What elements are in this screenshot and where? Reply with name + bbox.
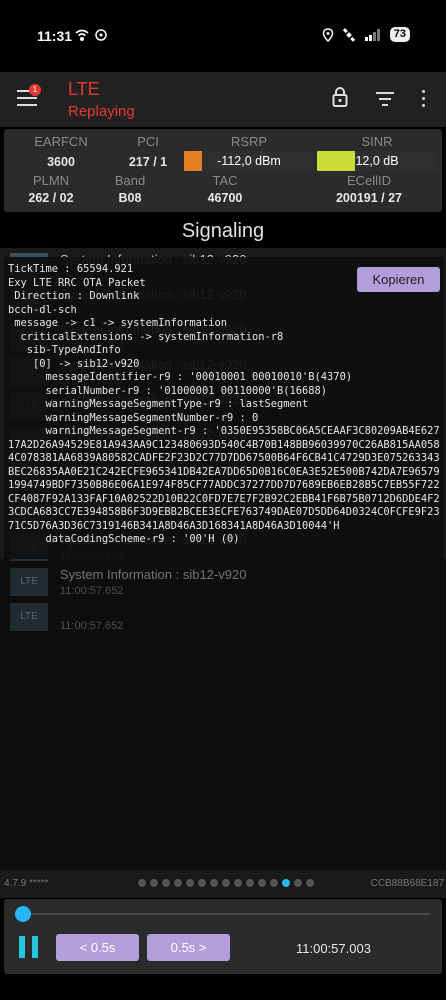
sinr-bar: 12,0 dB bbox=[317, 151, 437, 171]
lock-icon[interactable] bbox=[332, 87, 348, 107]
clock: 11:31 bbox=[37, 28, 73, 44]
footer-bar: 4.7.9 ***** CCB88B68E187 bbox=[0, 870, 446, 898]
system-nav-bar bbox=[0, 975, 446, 1000]
page-dot[interactable] bbox=[138, 879, 146, 887]
step-forward-button[interactable]: 0.5s > bbox=[147, 934, 230, 961]
signal-icon bbox=[364, 28, 380, 41]
rsrp-cell: RSRP -112,0 dBm bbox=[184, 134, 314, 171]
earfcn-label: EARFCN bbox=[34, 134, 88, 149]
plmn-cell: PLMN 262 / 02 bbox=[16, 173, 86, 205]
sinr-bar-fill bbox=[317, 151, 356, 171]
page-indicator[interactable] bbox=[138, 879, 314, 887]
replay-time: 11:00:57.003 bbox=[296, 941, 371, 956]
status-bar: 11:31 73 bbox=[0, 0, 446, 72]
page-dot[interactable] bbox=[258, 879, 266, 887]
page-dot[interactable] bbox=[174, 879, 182, 887]
rsrp-value: -112,0 dBm bbox=[217, 154, 281, 168]
battery-icon: 73 bbox=[389, 27, 410, 42]
ecellid-label: ECellID bbox=[346, 173, 392, 188]
sinr-value: 12,0 dB bbox=[355, 154, 399, 168]
app-title: LTE bbox=[68, 79, 100, 99]
page-dot[interactable] bbox=[270, 879, 278, 887]
page-dot[interactable] bbox=[246, 879, 254, 887]
notification-badge: 1 bbox=[29, 84, 41, 96]
build-hash: CCB88B68E187 bbox=[370, 878, 444, 889]
status-icons-right: 73 bbox=[322, 27, 410, 42]
rsrp-bar: -112,0 dBm bbox=[184, 151, 314, 171]
page-dot[interactable] bbox=[162, 879, 170, 887]
section-title: Signaling bbox=[181, 220, 265, 242]
earfcn-cell: EARFCN 3600 bbox=[26, 134, 96, 169]
more-options-icon[interactable] bbox=[422, 90, 425, 111]
page-dot[interactable] bbox=[198, 879, 206, 887]
page-dot[interactable] bbox=[210, 879, 218, 887]
earfcn-value: 3600 bbox=[47, 155, 75, 169]
sinr-label: SINR bbox=[361, 134, 393, 149]
tac-cell: TAC 46700 bbox=[190, 173, 260, 205]
status-icons-left bbox=[74, 28, 114, 45]
band-label: Band bbox=[114, 173, 146, 188]
tac-value: 46700 bbox=[207, 191, 243, 205]
band-value: B08 bbox=[118, 191, 142, 205]
replay-seek-track[interactable] bbox=[22, 913, 430, 915]
page-dot[interactable] bbox=[282, 879, 290, 887]
ecellid-cell: ECellID 200191 / 27 bbox=[314, 173, 424, 205]
page-dot[interactable] bbox=[150, 879, 158, 887]
step-back-button[interactable]: < 0.5s bbox=[56, 934, 139, 961]
copy-button[interactable]: Kopieren bbox=[357, 267, 440, 292]
pci-cell: PCI 217 / 1 bbox=[116, 134, 180, 169]
pci-value: 217 / 1 bbox=[128, 155, 168, 169]
sync-icon bbox=[95, 29, 107, 41]
band-cell: Band B08 bbox=[104, 173, 156, 205]
rsrp-bar-fill bbox=[184, 151, 203, 171]
wifi-icon bbox=[75, 29, 89, 42]
replay-controls: < 0.5s 0.5s > 11:00:57.003 bbox=[4, 899, 442, 974]
pause-icon[interactable] bbox=[19, 936, 41, 958]
filter-icon[interactable] bbox=[376, 92, 394, 110]
pci-label: PCI bbox=[137, 134, 159, 149]
message-dump-text: TickTime : 65594.921 Exy LTE RRC OTA Pac… bbox=[8, 263, 440, 545]
page-dot[interactable] bbox=[306, 879, 314, 887]
plmn-value: 262 / 02 bbox=[28, 191, 74, 205]
plmn-label: PLMN bbox=[32, 173, 70, 188]
page-dot[interactable] bbox=[186, 879, 194, 887]
replay-seek-thumb[interactable] bbox=[15, 906, 31, 922]
message-detail-popup[interactable]: TickTime : 65594.921 Exy LTE RRC OTA Pac… bbox=[4, 257, 444, 559]
page-dot[interactable] bbox=[234, 879, 242, 887]
version-label: 4.7.9 ***** bbox=[4, 878, 49, 889]
ecellid-value: 200191 / 27 bbox=[335, 191, 403, 205]
location-icon bbox=[322, 27, 334, 42]
page-dot[interactable] bbox=[294, 879, 302, 887]
satellite-icon bbox=[342, 27, 355, 42]
sinr-cell: SINR 12,0 dB bbox=[317, 134, 437, 171]
tac-label: TAC bbox=[212, 173, 238, 188]
page-dot[interactable] bbox=[222, 879, 230, 887]
app-bar: 1 LTE Replaying bbox=[0, 72, 446, 127]
app-subtitle: Replaying bbox=[68, 103, 135, 120]
cell-info-panel: EARFCN 3600 PCI 217 / 1 RSRP -112,0 dBm … bbox=[4, 129, 442, 212]
rsrp-label: RSRP bbox=[230, 134, 268, 149]
dim-scrim bbox=[0, 559, 446, 870]
